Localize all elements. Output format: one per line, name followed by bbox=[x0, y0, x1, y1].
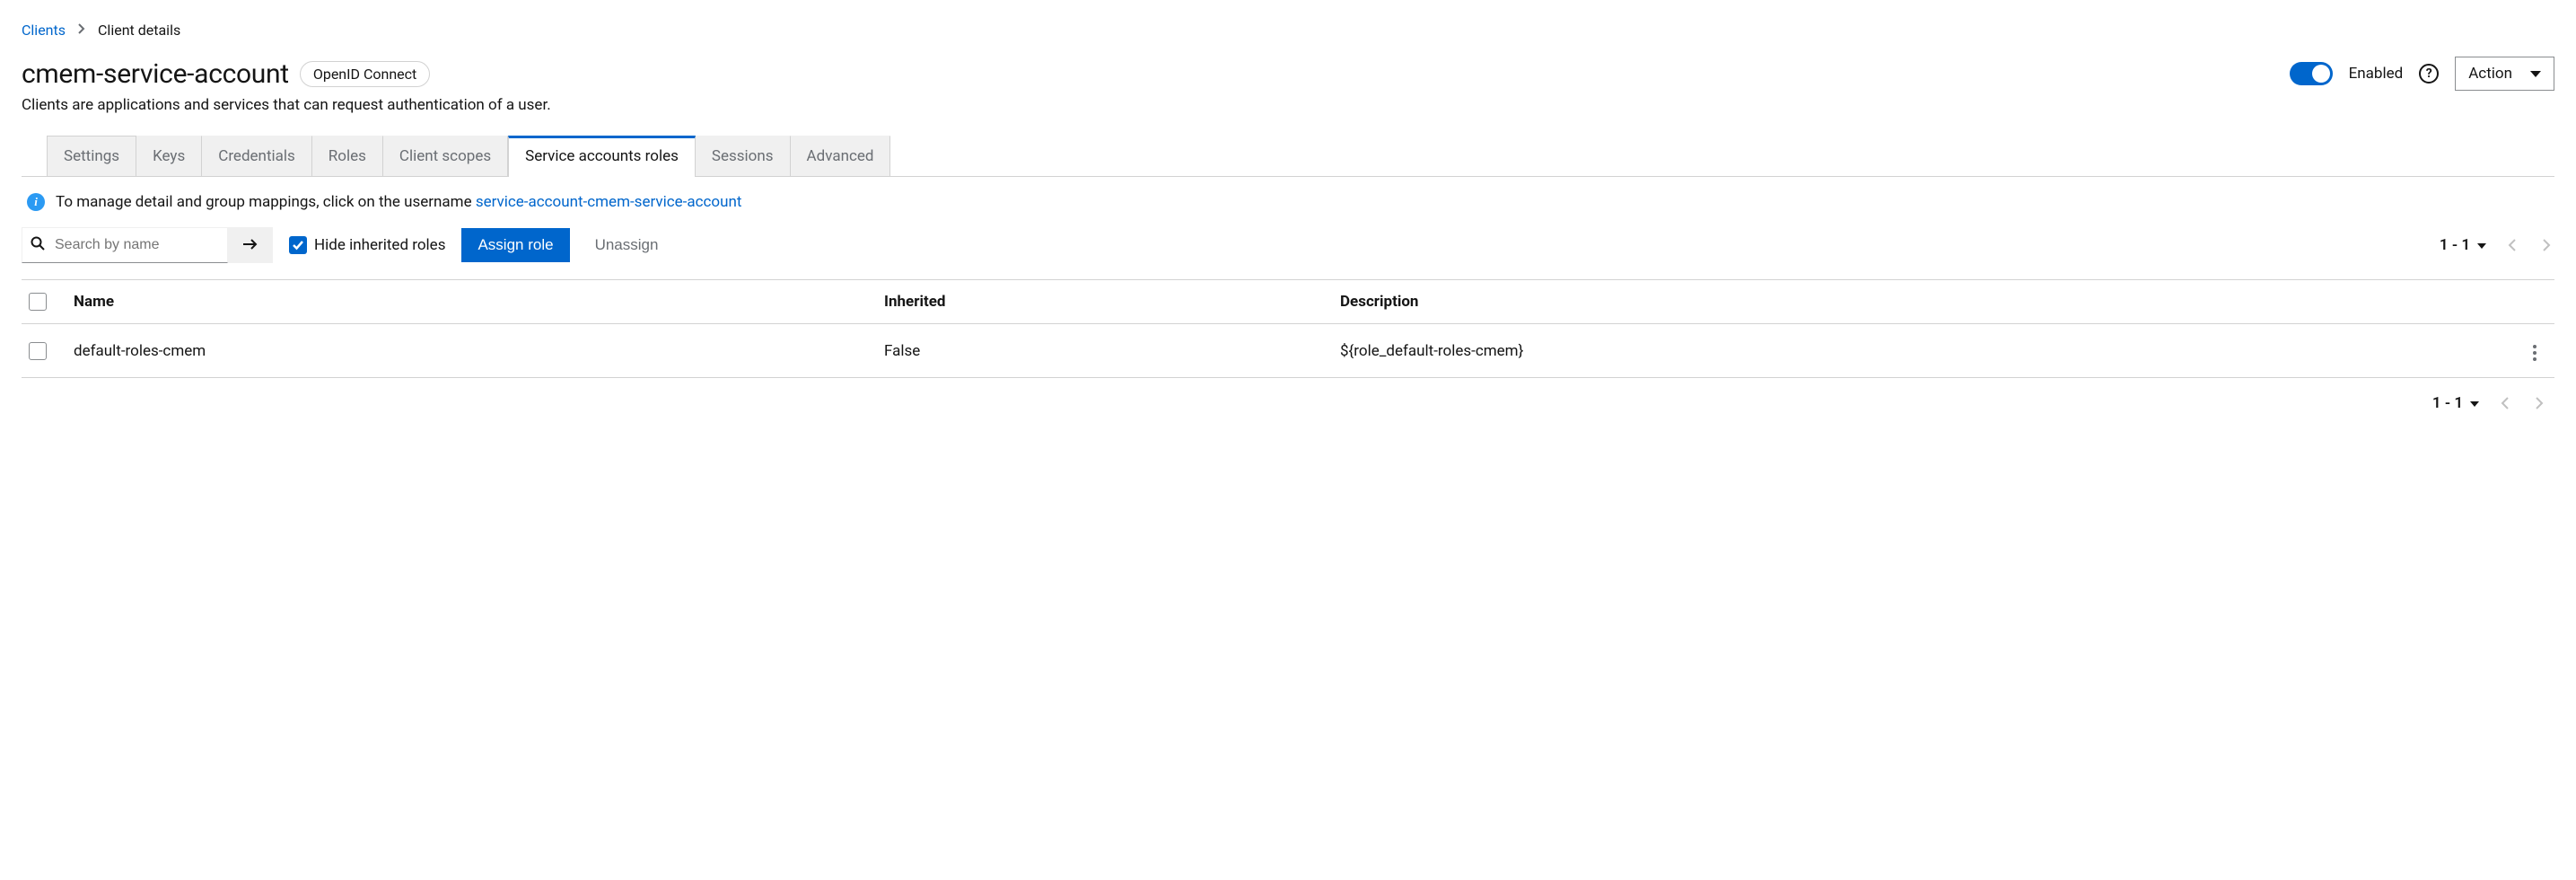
checkbox-checked-icon bbox=[289, 236, 307, 254]
caret-down-icon bbox=[2470, 401, 2479, 407]
pagination-bottom: 1 - 1 bbox=[22, 378, 2554, 414]
col-inherited-header: Inherited bbox=[873, 280, 1329, 324]
caret-down-icon bbox=[2477, 243, 2486, 249]
page-title: cmem-service-account bbox=[22, 58, 289, 90]
pager-info-top[interactable]: 1 - 1 bbox=[2440, 236, 2486, 254]
pager-info-bottom[interactable]: 1 - 1 bbox=[2432, 394, 2479, 412]
toggle-knob bbox=[2312, 65, 2330, 83]
search-submit-button[interactable] bbox=[228, 227, 273, 263]
arrow-right-icon bbox=[242, 238, 258, 253]
caret-down-icon bbox=[2530, 71, 2541, 77]
col-actions-header bbox=[2513, 280, 2554, 324]
breadcrumb-current: Client details bbox=[98, 22, 180, 39]
info-bar: i To manage detail and group mappings, c… bbox=[22, 177, 2554, 227]
select-all-cell bbox=[22, 280, 63, 324]
cell-name: default-roles-cmem bbox=[63, 324, 873, 378]
action-dropdown-label: Action bbox=[2468, 65, 2512, 83]
col-description-header: Description bbox=[1329, 280, 2513, 324]
title-group: cmem-service-account OpenID Connect bbox=[22, 58, 430, 90]
pager-prev-bottom[interactable] bbox=[2497, 392, 2513, 414]
page-header: cmem-service-account OpenID Connect Enab… bbox=[22, 57, 2554, 91]
toolbar: Hide inherited roles Assign role Unassig… bbox=[22, 227, 2554, 279]
row-actions-kebab[interactable] bbox=[2528, 339, 2542, 366]
action-dropdown[interactable]: Action bbox=[2455, 57, 2554, 91]
header-actions: Enabled ? Action bbox=[2290, 57, 2554, 91]
row-checkbox[interactable] bbox=[29, 342, 47, 360]
tab-service-accounts-roles[interactable]: Service accounts roles bbox=[508, 136, 696, 176]
pager-next[interactable] bbox=[2538, 234, 2554, 256]
tab-roles[interactable]: Roles bbox=[312, 136, 383, 176]
help-icon[interactable]: ? bbox=[2419, 64, 2439, 84]
table-row: default-roles-cmemFalse${role_default-ro… bbox=[22, 324, 2554, 378]
info-text: To manage detail and group mappings, cli… bbox=[56, 193, 741, 211]
hide-inherited-label: Hide inherited roles bbox=[314, 236, 445, 254]
search-icon bbox=[31, 236, 45, 254]
info-icon: i bbox=[27, 193, 45, 211]
tab-keys[interactable]: Keys bbox=[136, 136, 202, 176]
col-name-header: Name bbox=[63, 280, 873, 324]
search-input[interactable] bbox=[22, 227, 228, 263]
enabled-toggle[interactable] bbox=[2290, 62, 2333, 85]
roles-table: Name Inherited Description default-roles… bbox=[22, 279, 2554, 378]
unassign-button[interactable]: Unassign bbox=[586, 228, 668, 262]
breadcrumb-parent-link[interactable]: Clients bbox=[22, 22, 66, 39]
breadcrumb: Clients Client details bbox=[22, 22, 2554, 39]
tab-advanced[interactable]: Advanced bbox=[791, 136, 891, 176]
chevron-right-icon bbox=[78, 23, 85, 38]
hide-inherited-checkbox[interactable]: Hide inherited roles bbox=[289, 236, 445, 254]
tab-settings[interactable]: Settings bbox=[47, 136, 136, 176]
tabs: SettingsKeysCredentialsRolesClient scope… bbox=[22, 136, 2554, 177]
cell-description: ${role_default-roles-cmem} bbox=[1329, 324, 2513, 378]
tab-sessions[interactable]: Sessions bbox=[696, 136, 791, 176]
tab-credentials[interactable]: Credentials bbox=[202, 136, 312, 176]
assign-role-button[interactable]: Assign role bbox=[461, 228, 569, 262]
search-group bbox=[22, 227, 273, 263]
enabled-label: Enabled bbox=[2349, 65, 2404, 83]
pager-prev[interactable] bbox=[2504, 234, 2520, 256]
select-all-checkbox[interactable] bbox=[29, 293, 47, 311]
search-wrap bbox=[22, 227, 228, 263]
info-text-prefix: To manage detail and group mappings, cli… bbox=[56, 193, 476, 211]
protocol-badge: OpenID Connect bbox=[300, 61, 430, 87]
page-subtitle: Clients are applications and services th… bbox=[22, 96, 2554, 114]
pagination-top: 1 - 1 bbox=[2440, 234, 2554, 256]
table-header-row: Name Inherited Description bbox=[22, 280, 2554, 324]
pager-next-bottom[interactable] bbox=[2531, 392, 2547, 414]
info-username-link[interactable]: service-account-cmem-service-account bbox=[476, 193, 742, 211]
cell-inherited: False bbox=[873, 324, 1329, 378]
tab-client-scopes[interactable]: Client scopes bbox=[383, 136, 508, 176]
